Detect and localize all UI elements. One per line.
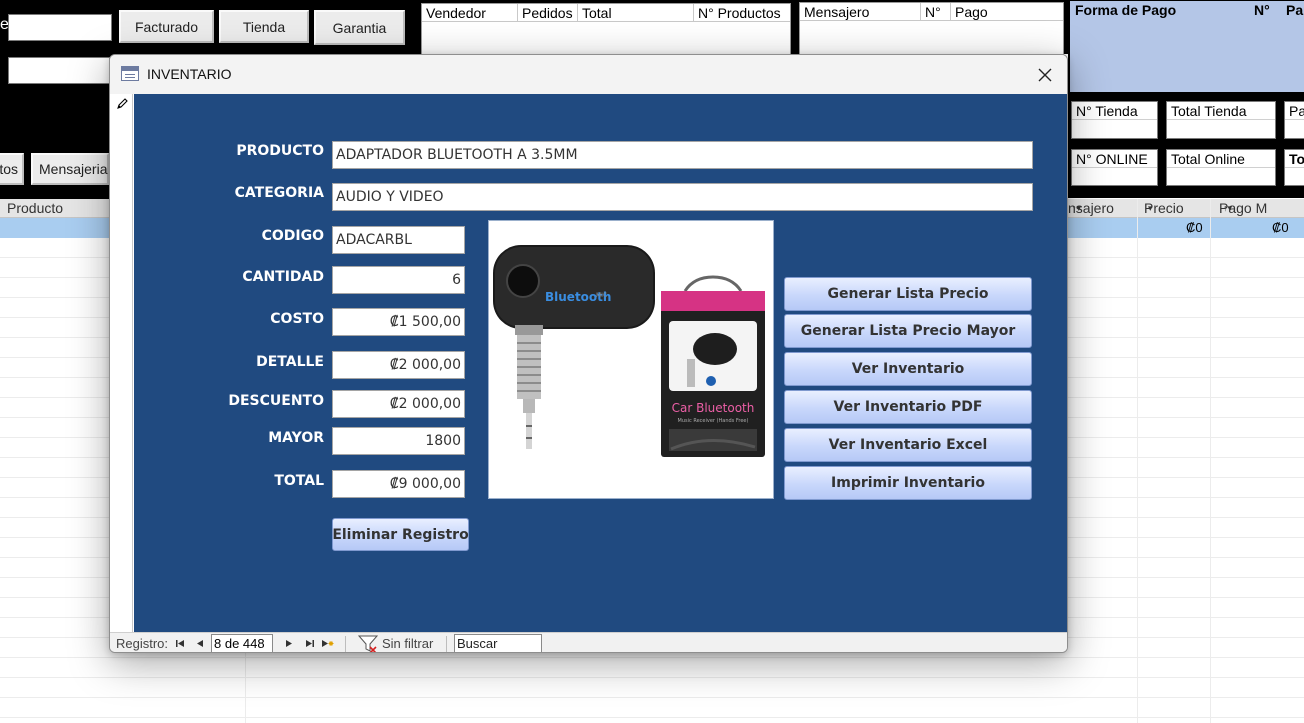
- new-record-button[interactable]: [320, 636, 334, 651]
- total-column-header[interactable]: Total: [578, 4, 694, 21]
- vendedor-grid[interactable]: Vendedor Pedidos Total N° Productos: [421, 3, 791, 55]
- box-subtitle-label: Music Receiver (Hands Free): [678, 418, 749, 424]
- productos-button[interactable]: tos: [0, 153, 24, 185]
- nav-separator: [446, 636, 447, 652]
- form-icon: [121, 66, 139, 81]
- first-record-icon: [176, 640, 184, 647]
- mensajero-column-header[interactable]: Mensajero: [800, 3, 921, 20]
- to-label: To: [1285, 150, 1304, 168]
- costo-field[interactable]: ₡1 500,00: [332, 308, 465, 336]
- new-record-icon: [322, 640, 334, 647]
- pa-label: Pa: [1285, 102, 1304, 120]
- payment-panel: Forma de Pago N° Pa: [1070, 1, 1304, 92]
- total-tienda-box: Total Tienda: [1166, 101, 1276, 139]
- next-record-icon: [286, 640, 292, 647]
- window-titlebar[interactable]: INVENTARIO: [110, 55, 1067, 94]
- previous-record-button[interactable]: [193, 636, 207, 651]
- pago-m-cell[interactable]: ₡0: [1272, 218, 1289, 238]
- forma-de-pago-header: Forma de Pago: [1075, 2, 1177, 18]
- grid-divider: [1137, 199, 1138, 723]
- search-input[interactable]: Buscar: [454, 634, 542, 652]
- ver-inventario-button[interactable]: Ver Inventario: [784, 352, 1032, 386]
- categoria-label: CATEGORIA: [234, 185, 324, 201]
- to-box: To: [1284, 149, 1304, 186]
- n-online-label: N° ONLINE: [1072, 150, 1157, 168]
- producto-label: PRODUCTO: [236, 143, 324, 159]
- codigo-field[interactable]: ADACARBL: [332, 226, 465, 254]
- filter-field-1[interactable]: [8, 14, 112, 41]
- facturado-button[interactable]: Facturado: [119, 10, 214, 43]
- pa-box: Pa: [1284, 101, 1304, 139]
- mensajeria-button[interactable]: Mensajeria: [31, 153, 109, 185]
- inventario-window: INVENTARIO PRODUCTO CATEGORIA CODIGO CAN…: [109, 54, 1068, 653]
- pedidos-column-header[interactable]: Pedidos: [518, 4, 578, 21]
- producto-column-header[interactable]: Producto: [7, 199, 63, 218]
- bluetooth-adapter-picture: Bluetooth MIC Car Bluetooth Music Receiv…: [493, 245, 765, 457]
- sort-ascending-icon[interactable]: ↑▾: [1072, 199, 1081, 218]
- generar-lista-precio-mayor-button[interactable]: Generar Lista Precio Mayor: [784, 314, 1032, 348]
- mayor-field[interactable]: 1800: [332, 427, 465, 455]
- tienda-button[interactable]: Tienda: [219, 10, 309, 43]
- n-online-box: N° ONLINE: [1071, 149, 1158, 186]
- previous-record-icon: [197, 640, 203, 647]
- precio-cell[interactable]: ₡0: [1186, 218, 1203, 238]
- n-column-header[interactable]: N°: [921, 3, 951, 20]
- filter-icon: [358, 635, 379, 652]
- categoria-field[interactable]: AUDIO Y VIDEO: [332, 183, 1033, 211]
- vendedor-column-header[interactable]: Vendedor: [422, 4, 518, 21]
- total-tienda-label: Total Tienda: [1167, 102, 1275, 120]
- imprimir-inventario-button[interactable]: Imprimir Inventario: [784, 466, 1032, 500]
- pencil-icon: [117, 98, 128, 109]
- mensajero-grid[interactable]: Mensajero N° Pago: [799, 2, 1064, 55]
- producto-field[interactable]: ADAPTADOR BLUETOOTH A 3.5MM: [332, 141, 1033, 169]
- detalle-field[interactable]: ₡2 000,00: [332, 351, 465, 379]
- mic-label: MIC: [596, 292, 607, 299]
- descuento-label: DESCUENTO: [228, 393, 324, 409]
- next-record-button[interactable]: [282, 636, 296, 651]
- total-field[interactable]: ₡9 000,00: [332, 470, 465, 498]
- n-tienda-box: N° Tienda: [1071, 101, 1158, 139]
- costo-label: COSTO: [270, 311, 324, 327]
- cantidad-label: CANTIDAD: [242, 269, 324, 285]
- total-online-label: Total Online: [1167, 150, 1275, 168]
- grid-divider: [1210, 199, 1211, 723]
- n-pago-header: N°: [1254, 2, 1270, 18]
- cantidad-field[interactable]: 6: [332, 266, 465, 294]
- total-online-box: Total Online: [1166, 149, 1276, 186]
- product-image[interactable]: Bluetooth MIC Car Bluetooth Music Receiv…: [488, 220, 774, 499]
- detalle-label: DETALLE: [256, 354, 324, 370]
- nav-separator: [345, 636, 346, 652]
- generar-lista-precio-button[interactable]: Generar Lista Precio: [784, 277, 1032, 311]
- mayor-label: MAYOR: [268, 430, 324, 446]
- codigo-label: CODIGO: [261, 228, 324, 244]
- pago-column-header[interactable]: Pago: [951, 3, 1063, 20]
- filter-status-label[interactable]: Sin filtrar: [382, 633, 433, 652]
- first-record-button[interactable]: [173, 636, 187, 651]
- box-title-label: Car Bluetooth: [672, 401, 755, 415]
- record-selector[interactable]: [110, 94, 133, 632]
- ver-inventario-pdf-button[interactable]: Ver Inventario PDF: [784, 390, 1032, 424]
- window-title: INVENTARIO: [147, 66, 232, 82]
- sort-ascending-icon[interactable]: ↑▾: [1223, 199, 1232, 218]
- descuento-field[interactable]: ₡2 000,00: [332, 390, 465, 418]
- last-record-icon: [306, 640, 314, 647]
- total-label: TOTAL: [274, 473, 324, 489]
- last-record-button[interactable]: [303, 636, 317, 651]
- record-navigation-bar: Registro: 8 de 448 Sin filtrar Buscar: [110, 632, 1067, 652]
- close-button[interactable]: [1023, 55, 1067, 94]
- filter-field-2[interactable]: [8, 57, 110, 84]
- n-productos-column-header[interactable]: N° Productos: [694, 4, 790, 21]
- ver-inventario-excel-button[interactable]: Ver Inventario Excel: [784, 428, 1032, 462]
- record-number-input[interactable]: 8 de 448: [211, 634, 273, 652]
- filter-button[interactable]: [358, 635, 380, 652]
- dropdown-icon[interactable]: ▾: [1148, 199, 1153, 218]
- pa-header: Pa: [1286, 2, 1304, 18]
- close-icon: [1038, 68, 1052, 81]
- eliminar-registro-button[interactable]: Eliminar Registro: [332, 518, 469, 551]
- record-label: Registro:: [116, 636, 169, 651]
- inventario-form: PRODUCTO CATEGORIA CODIGO CANTIDAD COSTO…: [134, 94, 1067, 632]
- garantia-button[interactable]: Garantia: [314, 10, 405, 45]
- n-tienda-label: N° Tienda: [1072, 102, 1157, 120]
